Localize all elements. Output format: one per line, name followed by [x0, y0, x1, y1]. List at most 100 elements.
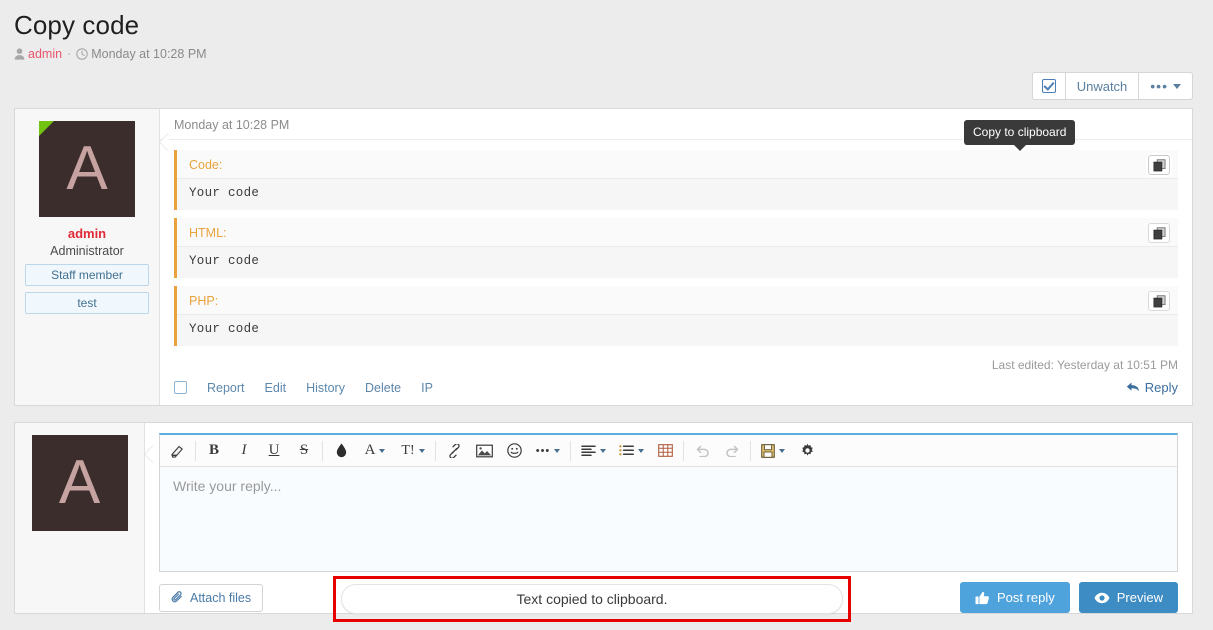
clock-icon	[76, 48, 88, 60]
watch-checkbox-button[interactable]	[1032, 72, 1065, 100]
reply-button[interactable]: Reply	[1126, 380, 1178, 395]
font-size-icon[interactable]: T!	[394, 436, 432, 466]
reply-arrow-icon	[1126, 381, 1140, 394]
code-block-label: PHP:	[177, 286, 1178, 315]
chevron-down-icon	[600, 449, 606, 453]
image-icon[interactable]	[469, 436, 499, 466]
post-link-delete[interactable]: Delete	[365, 381, 401, 395]
avatar-letter: A	[66, 134, 107, 203]
font-color-icon[interactable]: A	[356, 436, 394, 466]
code-block-php: PHP: Your code	[174, 286, 1178, 346]
page-header: Copy code admin · Monday at 10:28 PM	[0, 0, 1213, 62]
post-link-report[interactable]: Report	[207, 381, 245, 395]
user-icon	[14, 48, 25, 60]
avatar[interactable]: A	[39, 121, 135, 217]
font-size-letter: T!	[401, 443, 414, 459]
attach-files-label: Attach files	[190, 591, 251, 605]
post-username[interactable]: admin	[25, 226, 149, 241]
chevron-down-icon	[638, 449, 644, 453]
post-footer-row: Report Edit History Delete IP Reply	[174, 380, 1178, 395]
eye-icon	[1094, 592, 1110, 604]
settings-gear-icon[interactable]	[792, 436, 822, 466]
post-body: Code: Your code HTML: Your code PHP:	[160, 140, 1192, 346]
unwatch-button[interactable]: Unwatch	[1065, 72, 1139, 100]
list-icon[interactable]	[612, 436, 650, 466]
reply-user-column: A	[15, 423, 145, 613]
watch-button-group: Unwatch •••	[1032, 72, 1193, 100]
post-select-checkbox[interactable]	[174, 381, 187, 394]
editor-toolbar: B I U S A T!	[160, 435, 1177, 467]
post-footer-links: Report Edit History Delete IP	[207, 381, 433, 395]
last-edited-label: Last edited: Yesterday at 10:51 PM	[174, 358, 1178, 380]
paperclip-icon	[171, 591, 184, 604]
clipboard-toast: Text copied to clipboard.	[341, 584, 843, 614]
post-footer: Last edited: Yesterday at 10:51 PM Repor…	[160, 354, 1192, 405]
user-banner-staff: Staff member	[25, 264, 149, 286]
preview-label: Preview	[1117, 590, 1163, 605]
post-author-link[interactable]: admin	[28, 46, 62, 62]
toolbar-separator	[195, 441, 196, 461]
page-meta: admin · Monday at 10:28 PM	[14, 46, 1199, 62]
chevron-down-icon	[419, 449, 425, 453]
post-user-column: A admin Administrator Staff member test	[15, 109, 160, 405]
copy-tooltip: Copy to clipboard	[964, 120, 1075, 145]
more-dots: •••	[536, 447, 551, 455]
more-options-icon[interactable]: •••	[529, 436, 567, 466]
page-title: Copy code	[14, 8, 1199, 42]
post-content-column: Monday at 10:28 PM Code: Your code HTML:…	[160, 109, 1192, 405]
toolbar-separator	[435, 441, 436, 461]
code-block-content: Your code	[177, 179, 1178, 210]
italic-icon[interactable]: I	[229, 436, 259, 466]
more-actions-button[interactable]: •••	[1138, 72, 1193, 100]
copy-to-clipboard-button[interactable]	[1148, 291, 1170, 311]
remove-formatting-icon[interactable]	[162, 436, 192, 466]
post-reply-label: Post reply	[997, 590, 1055, 605]
post-link-history[interactable]: History	[306, 381, 345, 395]
bold-icon[interactable]: B	[199, 436, 229, 466]
more-dots-label: •••	[1150, 81, 1168, 91]
code-block-code: Code: Your code	[174, 150, 1178, 210]
reply-textarea[interactable]: Write your reply...	[160, 467, 1177, 571]
code-block-content: Your code	[177, 247, 1178, 278]
chevron-down-icon	[1173, 84, 1181, 89]
post-user-title: Administrator	[25, 244, 149, 258]
undo-icon[interactable]	[687, 436, 717, 466]
reply-arrow	[145, 445, 154, 463]
chevron-down-icon	[379, 449, 385, 453]
post-timestamp: Monday at 10:28 PM	[91, 46, 206, 62]
redo-icon[interactable]	[717, 436, 747, 466]
draft-icon[interactable]	[754, 436, 792, 466]
message-arrow	[160, 133, 169, 151]
post-link-ip[interactable]: IP	[421, 381, 433, 395]
thumbs-up-icon	[975, 591, 990, 605]
reply-avatar[interactable]: A	[32, 435, 128, 531]
text-color-drop-icon[interactable]	[326, 436, 356, 466]
underline-icon[interactable]: U	[259, 436, 289, 466]
toast-highlight-box: Text copied to clipboard.	[333, 576, 851, 622]
preview-button[interactable]: Preview	[1079, 582, 1178, 613]
chevron-down-icon	[779, 449, 785, 453]
rich-text-editor: B I U S A T!	[159, 433, 1178, 572]
table-icon[interactable]	[650, 436, 680, 466]
code-block-content: Your code	[177, 315, 1178, 346]
post-link-edit[interactable]: Edit	[265, 381, 287, 395]
toolbar-separator	[322, 441, 323, 461]
checkbox-checked-icon	[1042, 79, 1056, 93]
strikethrough-icon[interactable]: S	[289, 436, 319, 466]
smilie-icon[interactable]	[499, 436, 529, 466]
link-icon[interactable]	[439, 436, 469, 466]
code-block-label: Code:	[177, 150, 1178, 179]
code-block-label: HTML:	[177, 218, 1178, 247]
copy-to-clipboard-button[interactable]	[1148, 155, 1170, 175]
toolbar-separator	[570, 441, 571, 461]
attach-files-button[interactable]: Attach files	[159, 584, 263, 612]
reply-label: Reply	[1145, 380, 1178, 395]
chevron-down-icon	[554, 449, 560, 453]
align-icon[interactable]	[574, 436, 612, 466]
toolbar-separator	[750, 441, 751, 461]
meta-separator: ·	[67, 46, 71, 62]
font-color-letter: A	[365, 442, 376, 459]
online-indicator-icon	[39, 121, 54, 136]
copy-to-clipboard-button[interactable]	[1148, 223, 1170, 243]
post-reply-button[interactable]: Post reply	[960, 582, 1070, 613]
